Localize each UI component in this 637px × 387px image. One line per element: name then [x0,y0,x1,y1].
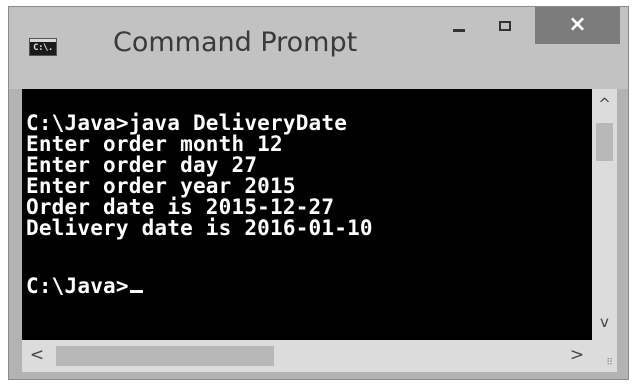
console-line: Enter order month 12 [26,132,283,156]
scroll-up-arrow-icon[interactable]: ^ [592,95,617,113]
console-line: Enter order day 27 [26,153,258,177]
text-cursor [129,290,143,293]
close-icon: × [568,12,587,37]
console-output[interactable]: C:\Java>java DeliveryDate Enter order mo… [22,89,592,340]
scroll-right-arrow-icon[interactable]: > [564,345,590,365]
scroll-left-arrow-icon[interactable]: < [24,345,50,365]
prompt-text: C:\Java> [26,274,129,298]
horizontal-scroll-thumb[interactable] [56,346,274,366]
resize-grip-icon[interactable]: ⠿ [592,340,617,372]
console-line: Delivery date is 2016-01-10 [26,216,373,240]
console-line: C:\Java>java DeliveryDate [26,111,348,135]
console-line: Order date is 2015-12-27 [26,195,335,219]
title-bar[interactable]: C:\. Command Prompt × [9,7,628,89]
vertical-scroll-thumb[interactable] [596,123,613,161]
close-button[interactable]: × [535,7,620,44]
prompt-line: C:\Java> [26,276,143,297]
console-icon-text: C:\. [33,43,53,53]
minimize-icon [453,29,465,32]
scroll-down-arrow-icon[interactable]: v [592,313,617,331]
horizontal-scrollbar[interactable]: < > [22,340,592,372]
command-prompt-window: C:\. Command Prompt × C:\Java>java Deliv… [8,6,629,380]
minimize-button[interactable] [436,7,482,45]
console-line: Enter order year 2015 [26,174,296,198]
maximize-icon [499,21,511,31]
vertical-scrollbar[interactable]: ^ v [592,89,617,340]
console-icon[interactable]: C:\. [29,38,57,56]
window-title: Command Prompt [113,27,358,58]
maximize-button[interactable] [482,7,528,45]
